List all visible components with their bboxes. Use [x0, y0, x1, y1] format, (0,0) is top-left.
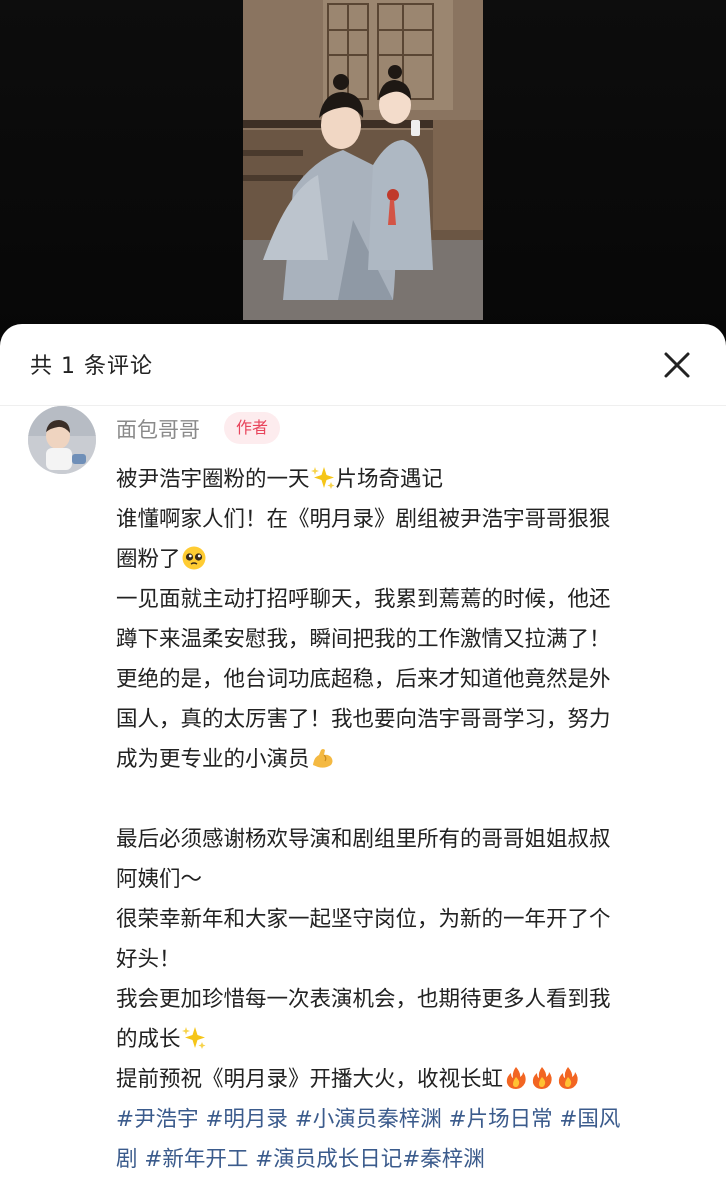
comment-line: 圈粉了	[116, 540, 696, 580]
comment-line: 更绝的是，他台词功底超稳，后来才知道他竟然是外	[116, 667, 611, 692]
comment-line: 一见面就主动打招呼聊天，我累到蔫蔫的时候，他还	[116, 587, 611, 612]
comment-username[interactable]: 面包哥哥	[116, 414, 200, 444]
fire-icon	[529, 1065, 555, 1091]
comment-sheet-header: 共 1 条评论	[0, 324, 726, 406]
flexed-biceps-icon	[310, 745, 336, 771]
comment-line: 最后必须感谢杨欢导演和剧组里所有的哥哥姐姐叔叔	[116, 827, 611, 852]
comment-line: 国人，真的太厉害了！我也要向浩宇哥哥学习，努力	[116, 707, 611, 732]
comment-line: 成为更专业的小演员	[116, 740, 696, 780]
comment-count-title: 共 1 条评论	[30, 354, 153, 379]
comment-body: 被尹浩宇圈粉的一天 片场奇遇记 谁懂啊家人们！在《明月录》剧组被尹浩宇哥哥狠狠 圈…	[116, 460, 696, 1180]
avatar[interactable]	[28, 406, 96, 474]
sparkles-icon	[181, 1025, 207, 1051]
close-icon	[664, 352, 690, 378]
fire-icon	[503, 1065, 529, 1091]
comment-line: 的成长	[116, 1020, 696, 1060]
hashtag-line[interactable]: #尹浩宇 #明月录 #小演员秦梓渊 #片场日常 #国风	[116, 1100, 696, 1140]
fire-icon	[555, 1065, 581, 1091]
avatar-image	[28, 406, 96, 474]
pleading-face-icon	[181, 545, 207, 571]
comment-line: 很荣幸新年和大家一起坚守岗位，为新的一年开了个	[116, 907, 611, 932]
comment-line: 被尹浩宇圈粉的一天 片场奇遇记	[116, 465, 444, 492]
comment-line: 谁懂啊家人们！在《明月录》剧组被尹浩宇哥哥狠狠	[116, 507, 611, 532]
hashtag-line[interactable]: 剧 #新年开工 #演员成长日记#秦梓渊	[116, 1140, 696, 1180]
post-photo[interactable]	[243, 0, 483, 320]
comment-line: 阿姨们～	[116, 867, 203, 892]
comment-line: 提前预祝《明月录》开播大火，收视长虹	[116, 1060, 696, 1100]
media-viewer[interactable]	[0, 0, 726, 340]
comment-line: 我会更加珍惜每一次表演机会，也期待更多人看到我	[116, 987, 611, 1012]
post-photo-illustration	[243, 0, 483, 320]
comment-line: 蹲下来温柔安慰我，瞬间把我的工作激情又拉满了！	[116, 627, 611, 652]
close-button[interactable]	[660, 348, 694, 382]
comment-line: 好头！	[116, 947, 181, 972]
sparkles-icon	[310, 465, 336, 491]
comment-sheet: 共 1 条评论 面包哥哥 作者 被尹浩宇圈粉的一天 片场奇遇记 谁懂啊家人们！在《…	[0, 324, 726, 1200]
author-badge: 作者	[224, 412, 281, 444]
